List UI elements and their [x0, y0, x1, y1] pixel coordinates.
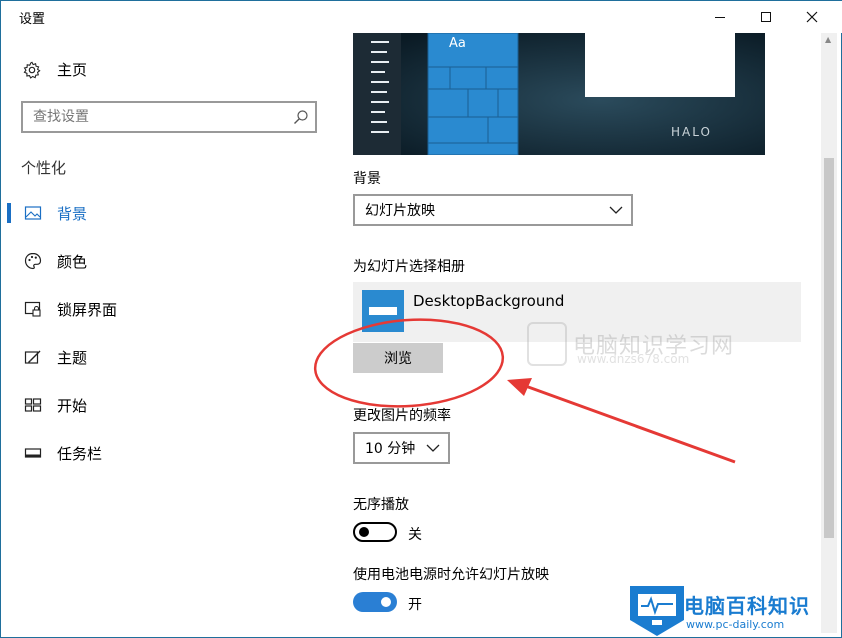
folder-icon	[362, 290, 404, 332]
sidebar-item-label: 任务栏	[57, 444, 103, 463]
frequency-label: 更改图片的频率	[353, 408, 451, 424]
desktop-preview: Aa HALO	[353, 33, 765, 155]
preview-tile-text: Aa	[449, 36, 466, 51]
minimize-button[interactable]	[697, 1, 743, 33]
shuffle-label: 无序播放	[353, 497, 409, 513]
minimize-icon	[715, 16, 725, 18]
maximize-button[interactable]	[743, 1, 789, 33]
sidebar-item-colors[interactable]: 颜色	[1, 241, 336, 281]
preview-logo-text: HALO	[671, 125, 712, 139]
sidebar-item-themes[interactable]: 主题	[1, 337, 336, 377]
battery-label: 使用电池电源时允许幻灯片放映	[353, 567, 549, 583]
title-bar: 设置	[1, 1, 842, 33]
gear-icon	[23, 61, 41, 79]
monitor-logo-icon	[630, 586, 684, 636]
start-tiles-icon	[24, 398, 42, 412]
watermark-logo-icon	[527, 322, 567, 366]
home-link[interactable]: 主页	[23, 59, 87, 80]
shuffle-state: 关	[408, 527, 422, 543]
watermark-url: www.dnzs678.com	[577, 352, 690, 366]
badge-title: 电脑百科知识	[684, 594, 810, 618]
badge-url: www.pc-daily.com	[686, 618, 785, 631]
background-dropdown[interactable]: 幻灯片放映	[353, 194, 633, 226]
sidebar-item-label: 开始	[57, 396, 88, 415]
sidebar-item-lock-screen[interactable]: 锁屏界面	[1, 289, 336, 329]
settings-search[interactable]	[21, 101, 317, 133]
picture-icon	[24, 206, 42, 220]
battery-slideshow-toggle[interactable]	[353, 592, 397, 612]
close-icon	[806, 11, 818, 23]
sidebar-item-background[interactable]: 背景	[1, 193, 336, 233]
search-input[interactable]	[23, 103, 283, 131]
scrollbar[interactable]: ▲	[821, 33, 837, 633]
sidebar-item-label: 锁屏界面	[57, 300, 118, 319]
background-label: 背景	[353, 171, 381, 187]
sidebar-item-taskbar[interactable]: 任务栏	[1, 433, 336, 473]
site-badge: 电脑百科知识 www.pc-daily.com	[626, 580, 842, 638]
album-label: 为幻灯片选择相册	[353, 259, 465, 275]
frequency-dropdown[interactable]: 10 分钟	[353, 432, 450, 464]
battery-state: 开	[408, 597, 422, 613]
sidebar: 主页 个性化 背景 颜色	[1, 33, 336, 633]
sidebar-item-label: 背景	[57, 204, 88, 223]
close-button[interactable]	[789, 1, 835, 33]
browse-button[interactable]: 浏览	[353, 343, 443, 373]
background-dropdown-value: 幻灯片放映	[365, 203, 435, 219]
sidebar-item-label: 主题	[57, 348, 88, 367]
lock-screen-icon	[24, 301, 41, 317]
theme-brush-icon	[24, 350, 41, 364]
section-label-personalization: 个性化	[21, 159, 67, 177]
search-icon[interactable]	[293, 109, 309, 125]
scrollbar-thumb[interactable]	[824, 158, 834, 538]
sidebar-item-label: 颜色	[57, 252, 88, 271]
palette-icon	[24, 252, 42, 270]
desktop-preview-image: Aa HALO	[353, 33, 765, 155]
scroll-up-icon[interactable]: ▲	[825, 35, 831, 44]
frequency-dropdown-value: 10 分钟	[365, 441, 416, 457]
taskbar-icon	[24, 448, 42, 458]
chevron-down-icon	[609, 206, 623, 214]
album-name: DesktopBackground	[413, 292, 565, 310]
sidebar-item-start[interactable]: 开始	[1, 385, 336, 425]
active-indicator	[7, 203, 11, 223]
settings-window: 设置 主页 个性化	[0, 0, 842, 638]
shuffle-toggle[interactable]	[353, 522, 397, 542]
chevron-down-icon	[426, 444, 440, 452]
window-title: 设置	[19, 12, 46, 27]
maximize-icon	[761, 12, 771, 22]
watermark: 电脑知识学习网 www.dnzs678.com	[527, 322, 734, 366]
home-label: 主页	[57, 61, 88, 79]
